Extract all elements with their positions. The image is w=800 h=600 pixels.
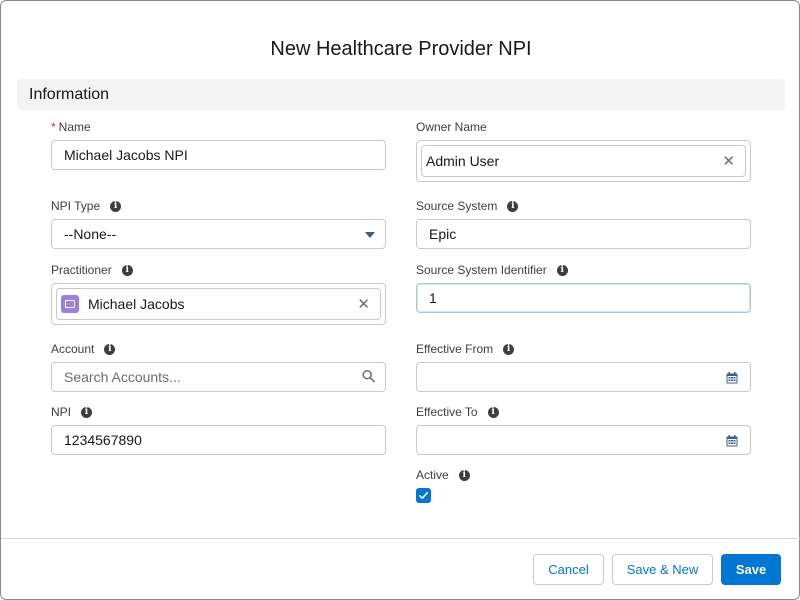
chevron-down-icon — [365, 232, 375, 238]
section-title: Information — [29, 86, 110, 103]
owner-name-pill[interactable]: Admin User ✕ — [421, 145, 746, 177]
active-label-text: Active — [416, 468, 449, 482]
owner-name-value: Admin User — [426, 153, 500, 169]
name-label-text: Name — [58, 120, 91, 134]
practitioner-label: Practitioner i — [51, 263, 133, 277]
source-system-label: Source System i — [416, 199, 519, 213]
account-label-text: Account — [51, 342, 95, 356]
required-indicator: * — [51, 120, 56, 134]
npi-value: 1234567890 — [64, 432, 142, 448]
name-field[interactable]: Michael Jacobs NPI — [51, 140, 386, 170]
npi-type-value: --None-- — [64, 226, 117, 242]
account-search-input[interactable]: Search Accounts... — [51, 362, 386, 392]
npi-type-label-text: NPI Type — [51, 199, 101, 213]
search-icon — [362, 369, 375, 385]
account-label: Account i — [51, 342, 116, 356]
source-system-identifier-value: 1 — [429, 290, 437, 306]
owner-name-lookup[interactable]: Admin User ✕ — [416, 140, 751, 182]
cancel-button[interactable]: Cancel — [533, 554, 604, 585]
active-checkbox[interactable] — [416, 488, 431, 503]
contact-card-icon — [61, 295, 79, 313]
info-icon[interactable]: i — [487, 406, 499, 418]
effective-to-label-text: Effective To — [416, 405, 478, 419]
npi-field[interactable]: 1234567890 — [51, 425, 386, 455]
info-icon[interactable]: i — [81, 406, 93, 418]
close-icon[interactable]: ✕ — [357, 295, 370, 313]
info-icon[interactable]: i — [507, 200, 519, 212]
practitioner-label-text: Practitioner — [51, 263, 112, 277]
info-icon[interactable]: i — [503, 343, 515, 355]
modal-title: New Healthcare Provider NPI — [270, 38, 532, 60]
source-system-identifier-label: Source System Identifier i — [416, 263, 568, 277]
owner-name-label: Owner Name — [416, 120, 487, 134]
effective-from-label-text: Effective From — [416, 342, 494, 356]
calendar-icon[interactable] — [726, 371, 738, 384]
effective-to-date-input[interactable] — [416, 425, 751, 455]
practitioner-lookup[interactable]: Michael Jacobs ✕ — [51, 283, 386, 325]
npi-type-select[interactable]: --None-- — [51, 219, 386, 249]
npi-type-label: NPI Type i — [51, 199, 122, 213]
name-field-value: Michael Jacobs NPI — [64, 147, 188, 163]
effective-to-label: Effective To i — [416, 405, 499, 419]
info-icon[interactable]: i — [104, 343, 116, 355]
save-button[interactable]: Save — [721, 554, 781, 585]
practitioner-value: Michael Jacobs — [88, 296, 185, 312]
source-system-identifier-label-text: Source System Identifier — [416, 263, 547, 277]
source-system-value: Epic — [429, 226, 457, 242]
npi-label-text: NPI — [51, 405, 72, 419]
active-label: Active i — [416, 468, 470, 482]
source-system-identifier-field[interactable]: 1 — [416, 283, 751, 313]
calendar-icon[interactable] — [726, 434, 738, 447]
checkmark-icon — [418, 492, 428, 499]
info-icon[interactable]: i — [110, 200, 122, 212]
source-system-field[interactable]: Epic — [416, 219, 751, 249]
footer-divider — [1, 538, 800, 539]
owner-name-label-text: Owner Name — [416, 120, 487, 134]
info-icon[interactable]: i — [556, 264, 568, 276]
name-label: * Name — [51, 120, 91, 134]
account-placeholder: Search Accounts... — [64, 369, 181, 385]
practitioner-pill[interactable]: Michael Jacobs ✕ — [56, 288, 381, 320]
effective-from-label: Effective From i — [416, 342, 515, 356]
close-icon[interactable]: ✕ — [722, 152, 735, 170]
section-header-information[interactable]: Information — [17, 79, 785, 110]
npi-label: NPI i — [51, 405, 93, 419]
info-icon[interactable]: i — [121, 264, 133, 276]
effective-from-date-input[interactable] — [416, 362, 751, 392]
info-icon[interactable]: i — [458, 469, 470, 481]
source-system-label-text: Source System — [416, 199, 498, 213]
new-healthcare-provider-npi-modal: New Healthcare Provider NPI Information … — [0, 0, 800, 600]
save-and-new-button[interactable]: Save & New — [612, 554, 713, 585]
